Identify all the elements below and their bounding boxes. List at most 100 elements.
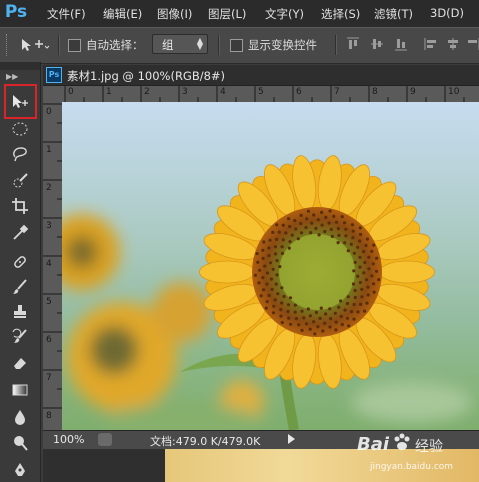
seed	[365, 237, 369, 241]
align-top-icon[interactable]	[346, 37, 360, 51]
menu-file[interactable]: 文件(F)	[47, 6, 86, 22]
status-menu-arrow-icon[interactable]	[288, 434, 295, 444]
dodge-tool-icon[interactable]	[8, 432, 32, 454]
seed	[374, 269, 379, 273]
seed	[306, 307, 310, 311]
seed	[336, 227, 340, 231]
options-grip-icon	[6, 34, 10, 56]
quick-selection-tool-icon[interactable]	[8, 170, 32, 192]
ruler-origin[interactable]	[43, 86, 63, 103]
tool-preset-picker[interactable]	[20, 37, 50, 53]
seed	[304, 322, 309, 326]
seed	[275, 273, 279, 277]
seed	[337, 305, 341, 309]
seed	[333, 311, 337, 315]
seed	[334, 328, 338, 332]
document-canvas[interactable]	[62, 102, 479, 430]
seed	[308, 314, 312, 318]
lasso-tool-icon[interactable]	[8, 143, 32, 165]
vertical-ruler[interactable]: 0 1 2 3 4 5 6 7 8	[43, 102, 63, 430]
seed	[358, 280, 362, 285]
marquee-tool-icon[interactable]	[8, 118, 32, 140]
seed	[264, 306, 268, 310]
seed	[328, 307, 332, 311]
seed	[340, 322, 344, 327]
align-horizontal-center-icon[interactable]	[446, 37, 460, 51]
seed	[262, 240, 266, 244]
seed	[342, 221, 347, 225]
align-vertical-center-icon[interactable]	[370, 37, 384, 51]
ruler-label: 4	[220, 87, 226, 97]
move-tool-icon[interactable]	[8, 91, 32, 113]
menu-filter[interactable]: 滤镜(T)	[374, 6, 413, 22]
seed	[288, 296, 293, 300]
seed	[263, 264, 267, 268]
toolbar-double-arrow-icon[interactable]: ▶▶	[6, 72, 26, 82]
auto-select-value: 组	[162, 38, 174, 52]
menu-3d[interactable]: 3D(D)	[430, 6, 464, 20]
align-right-icon[interactable]	[466, 37, 479, 51]
pen-tool-icon[interactable]	[8, 459, 32, 481]
seed	[317, 233, 321, 237]
healing-brush-tool-icon[interactable]	[8, 251, 32, 273]
brush-tool-icon[interactable]	[8, 276, 32, 298]
seed	[356, 245, 360, 249]
seed	[366, 293, 370, 297]
seed	[284, 231, 288, 235]
eraser-tool-icon[interactable]	[8, 352, 32, 374]
auto-select-dropdown[interactable]: 组 ▲ ▼	[152, 34, 208, 54]
seed	[328, 325, 332, 329]
sunflower-photo	[62, 102, 479, 430]
seed	[293, 310, 297, 314]
crop-tool-icon[interactable]	[8, 195, 32, 217]
seed	[302, 316, 306, 320]
seed	[308, 327, 312, 331]
seed	[300, 309, 304, 313]
toolbar-collapse-grip[interactable]	[0, 62, 40, 70]
seed	[310, 221, 314, 225]
seed	[306, 209, 310, 213]
seed	[287, 217, 291, 221]
seed	[364, 278, 369, 282]
menu-select[interactable]: 选择(S)	[321, 6, 360, 22]
seed	[351, 229, 355, 233]
seed	[281, 238, 285, 242]
blur-tool-icon[interactable]	[8, 406, 32, 428]
seed	[280, 301, 284, 305]
seed	[279, 314, 283, 318]
status-info-button[interactable]	[98, 433, 112, 446]
auto-select-checkbox[interactable]	[68, 39, 81, 52]
seed	[323, 229, 327, 234]
horizontal-ruler[interactable]: 0 1 2 3 4 5 6 7 8 9 10	[62, 86, 479, 103]
align-bottom-icon[interactable]	[394, 37, 408, 51]
clone-stamp-tool-icon[interactable]	[8, 301, 32, 323]
seed	[328, 209, 332, 213]
history-brush-tool-icon[interactable]	[8, 326, 32, 348]
seed	[360, 295, 364, 299]
paw-icon	[394, 433, 410, 450]
zoom-level[interactable]: 100%	[53, 433, 84, 446]
seed	[363, 260, 367, 265]
ruler-label: 1	[46, 145, 52, 155]
menu-layer[interactable]: 图层(L)	[208, 6, 246, 22]
ruler-label: 5	[46, 297, 52, 307]
gradient-tool-icon[interactable]	[8, 379, 32, 401]
ruler-label: 0	[68, 87, 74, 97]
show-transform-checkbox[interactable]	[230, 39, 243, 52]
seed	[347, 324, 351, 328]
document-tab[interactable]: Ps 素材1.jpg @ 100%(RGB/8#)	[43, 65, 479, 86]
seed	[261, 248, 265, 252]
seed	[353, 260, 357, 264]
ruler-label: 6	[296, 87, 302, 97]
menu-image[interactable]: 图像(I)	[157, 6, 192, 22]
align-left-icon[interactable]	[424, 37, 438, 51]
seed	[258, 268, 262, 272]
seed	[362, 309, 367, 313]
menu-type[interactable]: 文字(Y)	[265, 6, 304, 22]
seed	[294, 317, 298, 321]
menu-edit[interactable]: 编辑(E)	[103, 6, 142, 22]
seed	[367, 267, 371, 271]
seed	[299, 213, 303, 217]
seed	[273, 245, 277, 249]
eyedropper-tool-icon[interactable]	[8, 222, 32, 244]
